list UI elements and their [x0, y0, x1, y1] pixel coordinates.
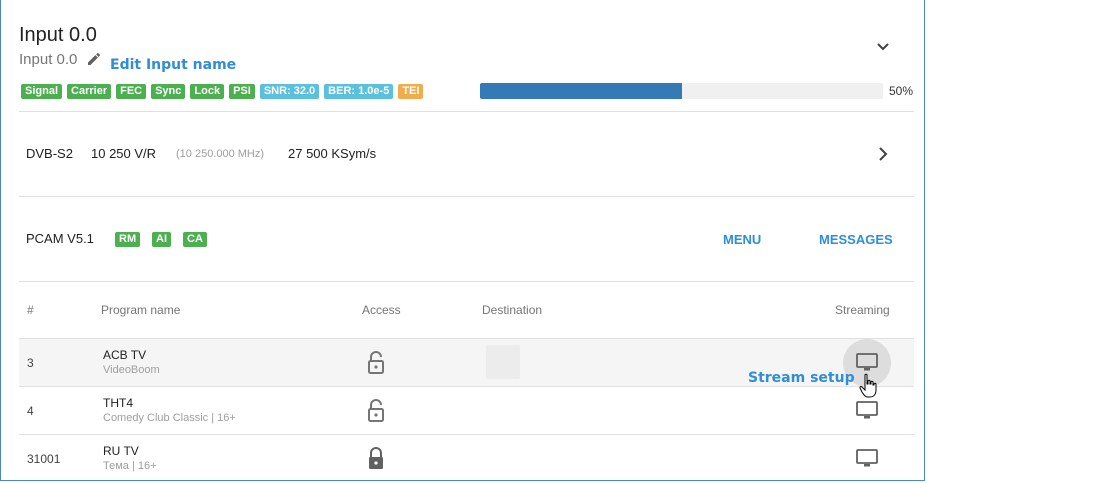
status-badge: Signal: [21, 83, 63, 99]
cam-badge-ca: CA: [183, 232, 207, 247]
pencil-icon[interactable]: [86, 51, 102, 67]
col-header-num: #: [27, 303, 34, 317]
program-provider: VideoBoom: [103, 364, 160, 376]
col-header-program: Program name: [101, 303, 181, 317]
program-name: RU TV: [103, 444, 139, 458]
edit-input-name-hint: Edit Input name: [110, 57, 237, 73]
cam-badge-rm: RM: [115, 232, 141, 247]
tuning-standard: DVB-S2: [26, 146, 73, 161]
status-badge: BER: 1.0e-5: [324, 83, 394, 99]
lock-open-icon: [368, 351, 384, 374]
input-title: Input 0.0: [19, 24, 97, 46]
cam-badge-ai: AI: [152, 232, 171, 247]
program-provider: Comedy Club Classic | 16+: [103, 412, 236, 424]
status-badge: Lock: [190, 83, 225, 99]
status-badge: FEC: [116, 83, 147, 99]
status-badge: PSI: [229, 83, 255, 99]
table-row[interactable]: 31001 RU TV Тема | 16+: [19, 435, 914, 480]
status-badge: Sync: [151, 83, 186, 99]
status-badges: Signal Carrier FEC Sync Lock PSI SNR: 32.0 BER:…: [21, 83, 424, 99]
chevron-down-icon[interactable]: [875, 40, 891, 54]
monitor-icon: [856, 401, 878, 419]
program-number: 3: [27, 356, 34, 370]
cam-messages-button[interactable]: MESSAGES: [819, 232, 893, 247]
stream-setup-button[interactable]: [843, 435, 891, 480]
input-panel: Input 0.0 Input 0.0 Edit Input name Sign…: [0, 0, 925, 481]
monitor-icon: [856, 449, 878, 467]
hand-cursor-icon: [859, 373, 877, 398]
divider: [19, 281, 914, 282]
cam-menu-button[interactable]: MENU: [723, 232, 761, 247]
status-badge: SNR: 32.0: [259, 83, 320, 99]
tuning-frequency: 10 250 V/R: [91, 146, 157, 161]
program-name: ACB TV: [103, 348, 147, 362]
divider: [19, 196, 914, 197]
stream-setup-hint: Stream setup: [748, 370, 855, 386]
divider: [19, 111, 914, 112]
col-header-access: Access: [362, 303, 401, 317]
col-header-streaming: Streaming: [835, 303, 890, 317]
program-number: 31001: [27, 452, 61, 466]
signal-progress-bar: [480, 83, 883, 99]
program-number: 4: [27, 404, 34, 418]
progress-fill: [480, 83, 682, 99]
status-badge: TEI: [398, 83, 424, 99]
lock-closed-icon: [369, 447, 383, 469]
progress-percent: 50%: [889, 84, 914, 98]
tuning-symbol-rate: 27 500 KSym/s: [288, 146, 377, 161]
cam-name: PCAM V5.1: [26, 231, 94, 246]
monitor-icon: [856, 353, 878, 371]
tuning-frequency-detail: (10 250.000 MHz): [176, 148, 265, 160]
col-header-destination: Destination: [482, 303, 543, 317]
status-badge: Carrier: [67, 83, 112, 99]
input-name[interactable]: Input 0.0: [19, 51, 77, 68]
table-row[interactable]: 4 THT4 Comedy Club Classic | 16+: [19, 387, 914, 435]
program-provider: Тема | 16+: [103, 460, 157, 472]
chevron-right-icon[interactable]: [877, 146, 889, 162]
program-name: THT4: [103, 396, 133, 410]
destination-placeholder: [486, 345, 520, 379]
lock-open-icon: [368, 399, 384, 422]
